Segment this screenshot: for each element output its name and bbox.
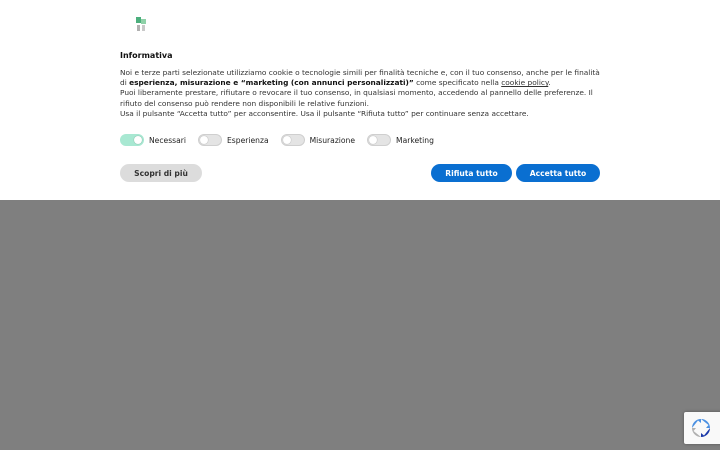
reject-all-button[interactable]: Rifiuta tutto: [431, 164, 512, 182]
toggle-knob: [369, 136, 378, 144]
toggle-label: Misurazione: [309, 135, 356, 145]
toggle-misurazione[interactable]: Misurazione: [280, 134, 356, 146]
dialog-title: Informativa: [120, 51, 173, 60]
toggle-switch[interactable]: [120, 134, 144, 146]
consent-text-part: .: [548, 78, 551, 88]
consent-paragraph-2: Puoi liberamente prestare, rifiutare o r…: [120, 88, 593, 108]
toggle-knob: [282, 136, 291, 144]
consent-purposes: esperienza, misurazione e “marketing (co…: [129, 78, 414, 88]
toggle-label: Esperienza: [227, 135, 269, 145]
toggle-switch[interactable]: [367, 134, 392, 146]
cookie-policy-link[interactable]: cookie policy: [501, 78, 548, 87]
site-logo: [136, 17, 146, 31]
accept-all-button[interactable]: Accetta tutto: [516, 164, 600, 182]
toggle-esperienza[interactable]: Esperienza: [198, 134, 269, 146]
toggle-knob: [134, 136, 142, 144]
learn-more-button[interactable]: Scopri di più: [120, 164, 202, 182]
toggle-marketing[interactable]: Marketing: [367, 134, 434, 146]
recaptcha-badge[interactable]: [684, 412, 720, 444]
toggle-label: Marketing: [396, 135, 434, 145]
consent-text: Noi e terze parti selezionate utilizziam…: [120, 68, 600, 119]
toggle-necessari[interactable]: Necessari: [120, 134, 186, 146]
toggle-switch[interactable]: [198, 134, 222, 146]
toggle-knob: [200, 136, 208, 144]
consent-toggles: Necessari Esperienza Misurazione Marketi…: [120, 133, 446, 147]
toggle-switch[interactable]: [280, 134, 305, 146]
cookie-consent-banner: Informativa Noi e terze parti selezionat…: [0, 0, 720, 200]
consent-paragraph-3: Usa il pulsante “Accetta tutto” per acco…: [120, 108, 529, 118]
recaptcha-icon: [692, 419, 710, 437]
consent-paragraph-1: Noi e terze parti selezionate utilizziam…: [120, 68, 600, 88]
toggle-label: Necessari: [149, 135, 186, 145]
consent-text-part: come specificato nella: [413, 78, 502, 88]
